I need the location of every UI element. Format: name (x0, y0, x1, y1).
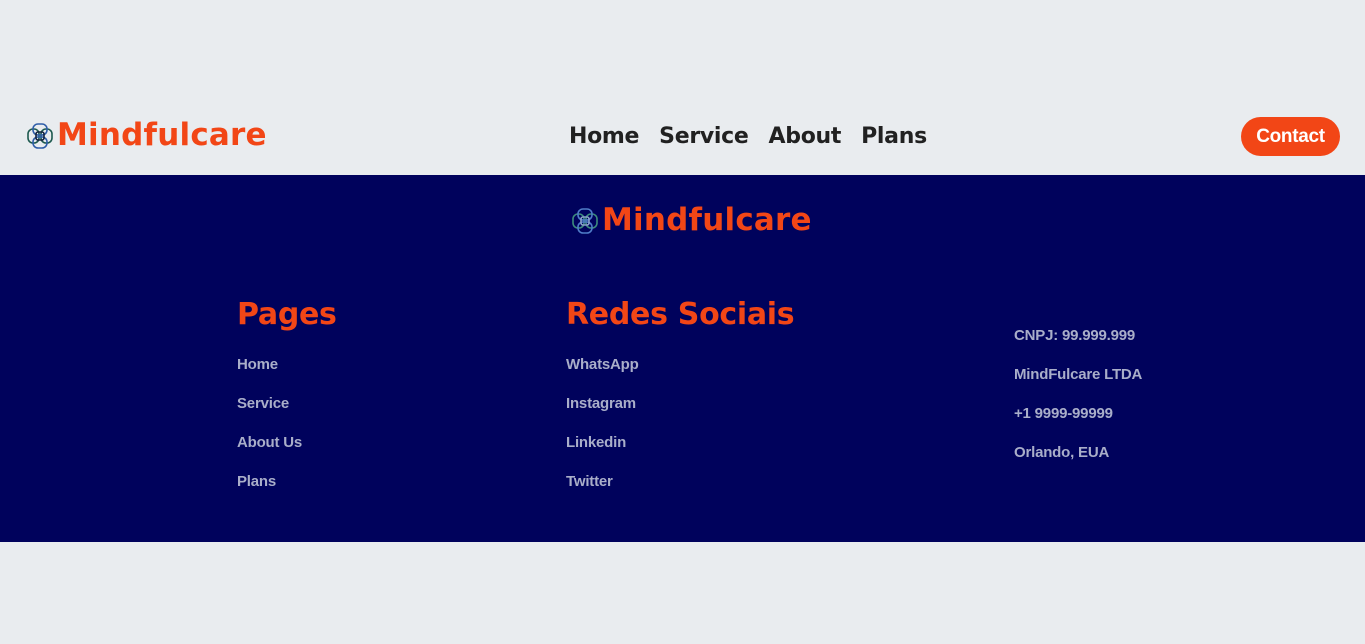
brain-icon (25, 121, 55, 151)
list-item: WhatsApp (566, 354, 794, 393)
list-item: Twitter (566, 471, 794, 510)
nav-plans-link[interactable]: Plans (861, 124, 927, 150)
social-link-instagram[interactable]: Instagram (566, 395, 636, 412)
nav-about-link[interactable]: About (769, 124, 842, 150)
list-item: CNPJ: 99.999.999 (1014, 325, 1142, 364)
nav-service-link[interactable]: Service (659, 124, 749, 150)
footer-link-service[interactable]: Service (237, 395, 289, 412)
header-brand-logo[interactable]: Mindfulcare (25, 120, 267, 151)
footer-brand-name: Mindfulcare (602, 202, 812, 238)
company-location: Orlando, EUA (1014, 444, 1110, 461)
footer-link-plans[interactable]: Plans (237, 473, 276, 490)
site-header: Mindfulcare Home Service About Plans Con… (0, 100, 1365, 175)
list-item: Instagram (566, 393, 794, 432)
footer-info-column: CNPJ: 99.999.999 MindFulcare LTDA +1 999… (1014, 325, 1142, 481)
social-link-whatsapp[interactable]: WhatsApp (566, 356, 639, 373)
list-item: Plans (237, 471, 337, 510)
footer-social-column: Redes Sociais WhatsApp Instagram Linkedi… (566, 295, 795, 510)
footer-brand-logo[interactable]: Mindfulcare (570, 205, 812, 236)
footer-link-about-us[interactable]: About Us (237, 434, 302, 451)
brain-icon (570, 206, 600, 236)
list-item: Home (237, 354, 337, 393)
list-item: MindFulcare LTDA (1014, 364, 1142, 403)
company-cnpj: CNPJ: 99.999.999 (1014, 327, 1136, 344)
main-nav: Home Service About Plans (569, 124, 927, 150)
pages-list: Home Service About Us Plans (237, 354, 337, 510)
list-item: Orlando, EUA (1014, 442, 1142, 481)
list-item: About Us (237, 432, 337, 471)
list-item: Service (237, 393, 337, 432)
social-link-linkedin[interactable]: Linkedin (566, 434, 626, 451)
brand-name: Mindfulcare (57, 117, 267, 153)
company-phone: +1 9999-99999 (1014, 405, 1113, 422)
footer-link-home[interactable]: Home (237, 356, 278, 373)
list-item: Linkedin (566, 432, 794, 471)
page: Mindfulcare Home Service About Plans Con… (0, 0, 1365, 644)
list-item: +1 9999-99999 (1014, 403, 1142, 442)
pages-heading: Pages (237, 297, 337, 332)
contact-button[interactable]: Contact (1241, 117, 1340, 156)
social-heading: Redes Sociais (566, 297, 795, 332)
social-list: WhatsApp Instagram Linkedin Twitter (566, 354, 794, 510)
site-footer: Mindfulcare Pages Home Service About Us … (0, 175, 1365, 542)
company-info-list: CNPJ: 99.999.999 MindFulcare LTDA +1 999… (1014, 325, 1142, 481)
company-name: MindFulcare LTDA (1014, 366, 1143, 383)
nav-home-link[interactable]: Home (569, 124, 639, 150)
footer-pages-column: Pages Home Service About Us Plans (237, 295, 337, 510)
social-link-twitter[interactable]: Twitter (566, 473, 613, 490)
